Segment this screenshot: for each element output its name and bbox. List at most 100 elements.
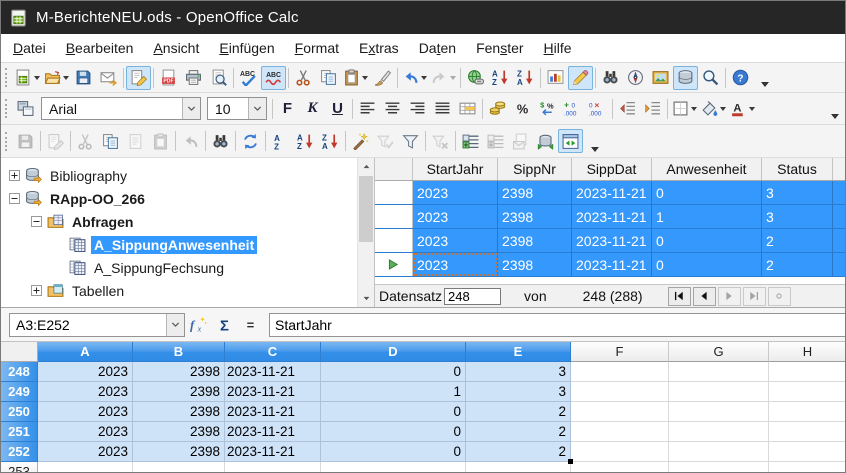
previous-record-button[interactable] bbox=[693, 287, 716, 306]
sheet-cell[interactable] bbox=[669, 422, 769, 442]
increase-indent-button[interactable] bbox=[640, 97, 665, 121]
font-name-dropdown-button[interactable] bbox=[182, 98, 200, 119]
grid-row[interactable]: 202323982023-11-2113 bbox=[375, 205, 845, 229]
copy-button[interactable] bbox=[316, 66, 341, 90]
grid-cell[interactable]: 2023 bbox=[413, 181, 498, 204]
sheet-row-header-252[interactable]: 252 bbox=[1, 442, 38, 462]
sheet-cell[interactable]: 0 bbox=[321, 362, 466, 382]
sheet-row-header-249[interactable]: 249 bbox=[1, 382, 38, 402]
function-wizard-button[interactable]: fx bbox=[185, 312, 211, 337]
sheet-cell[interactable]: 2398 bbox=[133, 382, 225, 402]
menu-daten[interactable]: Daten bbox=[409, 34, 466, 62]
number-format-percent-button[interactable]: % bbox=[510, 97, 535, 121]
sheet-cell[interactable]: 0 bbox=[321, 442, 466, 462]
explorer-scrollbar[interactable] bbox=[357, 158, 374, 307]
toolbar-overflow-button[interactable] bbox=[823, 93, 845, 124]
sheet-cell[interactable]: 0 bbox=[321, 402, 466, 422]
sheet-cell[interactable] bbox=[669, 362, 769, 382]
grid-cell[interactable]: 2023-11-21 bbox=[572, 205, 652, 228]
scroll-down-button[interactable] bbox=[358, 290, 374, 307]
sheet-column-header-d[interactable]: D bbox=[321, 342, 466, 362]
sheet-column-header-c[interactable]: C bbox=[225, 342, 321, 362]
tree-item-rapp-oo_266[interactable]: RApp-OO_266 bbox=[1, 187, 374, 210]
merge-cells-button[interactable] bbox=[455, 97, 480, 121]
tree-item-a_sippungfechsung[interactable]: A_SippungFechsung bbox=[1, 256, 374, 279]
open-file-button[interactable] bbox=[42, 66, 71, 90]
sheet-cell[interactable] bbox=[571, 442, 669, 462]
new-record-button[interactable] bbox=[768, 287, 791, 306]
find-record-button[interactable] bbox=[208, 129, 233, 153]
expand-plus-icon[interactable] bbox=[9, 170, 20, 181]
menu-bearbeiten[interactable]: Bearbeiten bbox=[56, 34, 144, 62]
grid-row[interactable]: 202323982023-11-2102 bbox=[375, 253, 845, 277]
help-button[interactable]: ? bbox=[728, 66, 753, 90]
auto-spellcheck-button[interactable]: ABC bbox=[261, 66, 286, 90]
name-box-dropdown-button[interactable] bbox=[166, 314, 184, 336]
document-as-email-button[interactable] bbox=[96, 66, 121, 90]
grid-cell[interactable]: 2398 bbox=[498, 229, 572, 252]
number-format-currency-button[interactable] bbox=[485, 97, 510, 121]
paste-button[interactable] bbox=[123, 129, 148, 153]
data-to-fields-button[interactable] bbox=[483, 129, 508, 153]
sheet-cell[interactable]: 2 bbox=[466, 442, 571, 462]
sheet-cell[interactable] bbox=[571, 402, 669, 422]
navigator-button[interactable] bbox=[623, 66, 648, 90]
grid-row-selector[interactable] bbox=[375, 253, 413, 276]
toolbar-overflow-button[interactable] bbox=[753, 63, 775, 92]
tree-item-tabellen[interactable]: Tabellen bbox=[1, 279, 374, 302]
sheet-cell[interactable] bbox=[133, 462, 225, 473]
sheet-cell[interactable] bbox=[38, 462, 133, 473]
collapse-minus-icon[interactable] bbox=[31, 216, 42, 227]
combo-font-size[interactable]: 10 bbox=[207, 97, 267, 120]
selection-handle[interactable] bbox=[568, 459, 573, 464]
toolbar-overflow-button[interactable] bbox=[583, 125, 605, 157]
sheet-cell[interactable] bbox=[669, 462, 769, 473]
page-preview-button[interactable] bbox=[206, 66, 231, 90]
sheet-corner-box[interactable] bbox=[1, 342, 38, 362]
data-sources-button[interactable] bbox=[673, 66, 698, 90]
sheet-cell[interactable]: 2 bbox=[466, 402, 571, 422]
sheet-row-header-248[interactable]: 248 bbox=[1, 362, 38, 382]
collapse-minus-icon[interactable] bbox=[9, 193, 20, 204]
hyperlink-button[interactable] bbox=[463, 66, 488, 90]
next-record-button[interactable] bbox=[718, 287, 741, 306]
sheet-cell[interactable]: 2023 bbox=[38, 382, 133, 402]
delete-decimal-place-button[interactable]: 0×.000 bbox=[585, 97, 610, 121]
italic-button[interactable]: K bbox=[300, 97, 325, 121]
sort-button[interactable]: AZ bbox=[268, 129, 293, 153]
bold-button[interactable]: F bbox=[275, 97, 300, 121]
sheet-column-header-g[interactable]: G bbox=[669, 342, 769, 362]
grid-cell[interactable]: 2398 bbox=[498, 205, 572, 228]
grid-cell[interactable]: 3 bbox=[762, 205, 833, 228]
grid-cell[interactable]: 2023 bbox=[413, 229, 498, 252]
sheet-cell[interactable]: 2398 bbox=[133, 362, 225, 382]
grid-column-header-sippdat[interactable]: SippDat bbox=[572, 158, 652, 180]
sheet-cell[interactable]: 3 bbox=[466, 362, 571, 382]
refresh-button[interactable] bbox=[238, 129, 263, 153]
menu-datei[interactable]: Datei bbox=[3, 34, 56, 62]
mail-merge-button[interactable] bbox=[508, 129, 533, 153]
grid-cell[interactable]: 2 bbox=[762, 229, 833, 252]
sort-descending-button[interactable]: ZA bbox=[513, 66, 538, 90]
grid-cell[interactable]: 0 bbox=[652, 181, 762, 204]
spellcheck-button[interactable]: ABC bbox=[236, 66, 261, 90]
new-document-button[interactable] bbox=[13, 66, 42, 90]
sheet-cell[interactable]: 2023 bbox=[38, 402, 133, 422]
apply-filter-button[interactable] bbox=[373, 129, 398, 153]
sort-descending-button[interactable]: ZA bbox=[318, 129, 343, 153]
undo-button[interactable] bbox=[400, 66, 429, 90]
sheet-cell[interactable] bbox=[571, 422, 669, 442]
sheet-cell[interactable] bbox=[769, 382, 845, 402]
sum-button[interactable]: Σ bbox=[211, 312, 237, 337]
tree-item-a_sippunganwesenheit[interactable]: A_SippungAnwesenheit bbox=[1, 233, 374, 256]
sheet-cell[interactable] bbox=[571, 382, 669, 402]
combo-font-name[interactable]: Arial bbox=[41, 97, 201, 120]
sheet-cell[interactable] bbox=[769, 442, 845, 462]
grid-cell[interactable]: 2023-11-21 bbox=[572, 181, 652, 204]
sheet-cell[interactable]: 2023 bbox=[38, 422, 133, 442]
save-record-button[interactable] bbox=[13, 129, 38, 153]
sheet-column-header-h[interactable]: H bbox=[769, 342, 845, 362]
sheet-cell[interactable] bbox=[571, 362, 669, 382]
font-size-dropdown-button[interactable] bbox=[248, 98, 266, 119]
last-record-button[interactable] bbox=[743, 287, 766, 306]
